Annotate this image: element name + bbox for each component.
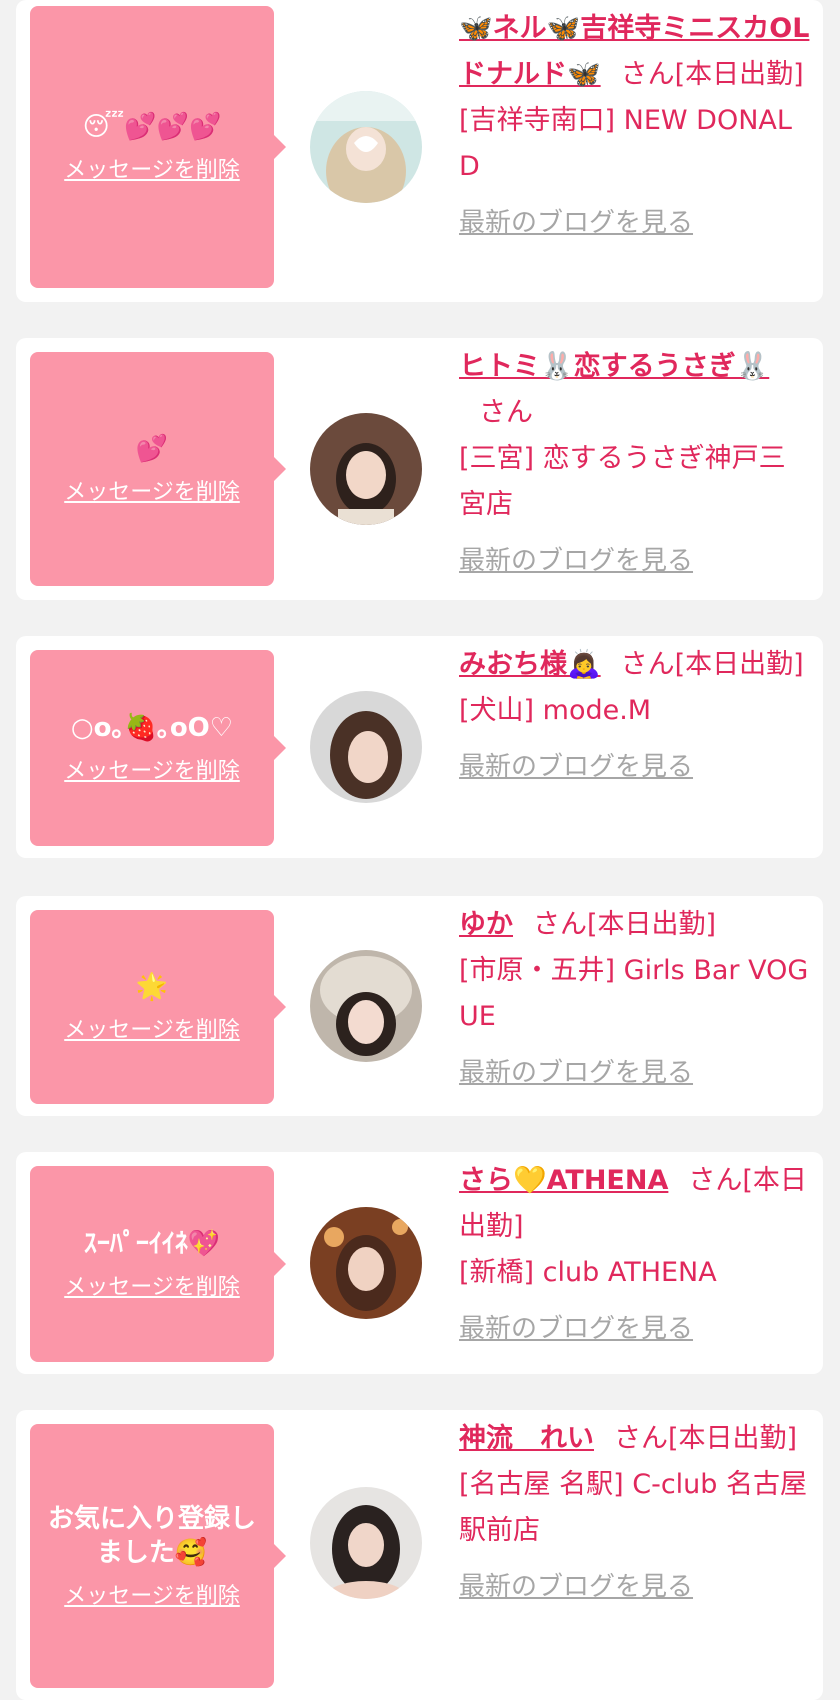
latest-blog-link[interactable]: 最新のブログを見る bbox=[459, 1564, 693, 1610]
shop-label: [新橋] club ATHENA bbox=[459, 1257, 717, 1288]
cast-info: さら💛ATHENA さん[本日出勤] [新橋] club ATHENA 最新のブロ… bbox=[459, 1158, 811, 1352]
delete-message-link[interactable]: メッセージを削除 bbox=[64, 753, 240, 785]
avatar-image bbox=[310, 91, 422, 203]
latest-blog-link[interactable]: 最新のブログを見る bbox=[459, 200, 693, 246]
cast-info: ゆか さん[本日出勤] [市原・五井] Girls Bar VOGUE 最新のブロ… bbox=[459, 902, 811, 1096]
delete-message-link[interactable]: メッセージを削除 bbox=[64, 1578, 240, 1610]
delete-message-link[interactable]: メッセージを削除 bbox=[64, 1012, 240, 1044]
avatar[interactable] bbox=[310, 1207, 422, 1319]
shop-label: [吉祥寺南口] NEW DONALD bbox=[459, 105, 792, 182]
avatar-image bbox=[310, 1207, 422, 1319]
cast-name-link[interactable]: ゆか bbox=[459, 909, 513, 940]
latest-blog-link[interactable]: 最新のブログを見る bbox=[459, 1306, 693, 1352]
favorite-card: お気に入り登録しました🥰 メッセージを削除 神流 れい さん[本日出勤] [名古屋… bbox=[16, 1410, 823, 1700]
favorite-card: ○o｡🍓｡oO♡ メッセージを削除 みおち様🙇‍♀️ さん[本日出勤] [犬山] … bbox=[16, 636, 823, 858]
avatar-image bbox=[310, 1487, 422, 1599]
shop-label: [三宮] 恋するうさぎ神戸三宮店 bbox=[459, 443, 786, 520]
message-text: 🌟 bbox=[135, 972, 169, 1002]
message-bubble: 😴💕💕💕 メッセージを削除 bbox=[30, 6, 286, 288]
cast-suffix: さん[本日出勤] bbox=[620, 649, 804, 680]
message-bubble: お気に入り登録しました🥰 メッセージを削除 bbox=[30, 1424, 286, 1688]
message-text: ｽｰﾊﾟｰｲｲﾈ💖 bbox=[83, 1229, 221, 1259]
avatar[interactable] bbox=[310, 950, 422, 1062]
message-text: ○o｡🍓｡oO♡ bbox=[70, 713, 234, 743]
delete-message-link[interactable]: メッセージを削除 bbox=[64, 152, 240, 184]
avatar[interactable] bbox=[310, 91, 422, 203]
cast-name-link[interactable]: ヒトミ🐰恋するうさぎ🐰 bbox=[459, 351, 769, 382]
avatar[interactable] bbox=[310, 691, 422, 803]
latest-blog-link[interactable]: 最新のブログを見る bbox=[459, 538, 693, 584]
favorite-card: 😴💕💕💕 メッセージを削除 🦋ネル🦋吉祥寺ミニスカOLドナルド🦋 さん[本日出勤]… bbox=[16, 0, 823, 302]
avatar[interactable] bbox=[310, 1487, 422, 1599]
favorite-card: ｽｰﾊﾟｰｲｲﾈ💖 メッセージを削除 さら💛ATHENA さん[本日出勤] [新橋… bbox=[16, 1152, 823, 1374]
avatar[interactable] bbox=[310, 413, 422, 525]
cast-info: ヒトミ🐰恋するうさぎ🐰 さん [三宮] 恋するうさぎ神戸三宮店 最新のブログを見る bbox=[459, 344, 811, 584]
latest-blog-link[interactable]: 最新のブログを見る bbox=[459, 744, 693, 790]
cast-name-link[interactable]: さら💛ATHENA bbox=[459, 1165, 668, 1196]
cast-suffix: さん[本日出勤] bbox=[614, 1423, 798, 1454]
shop-label: [名古屋 名駅] C-club 名古屋駅前店 bbox=[459, 1469, 808, 1546]
message-bubble: ○o｡🍓｡oO♡ メッセージを削除 bbox=[30, 650, 286, 846]
message-bubble: ｽｰﾊﾟｰｲｲﾈ💖 メッセージを削除 bbox=[30, 1166, 286, 1362]
shop-label: [犬山] mode.M bbox=[459, 695, 652, 726]
message-bubble: 🌟 メッセージを削除 bbox=[30, 910, 286, 1104]
cast-suffix: さん bbox=[479, 397, 533, 428]
cast-suffix: さん[本日出勤] bbox=[620, 59, 804, 90]
cast-info: 🦋ネル🦋吉祥寺ミニスカOLドナルド🦋 さん[本日出勤] [吉祥寺南口] NEW D… bbox=[459, 6, 811, 246]
message-bubble: 💕 メッセージを削除 bbox=[30, 352, 286, 586]
favorite-card: 🌟 メッセージを削除 ゆか さん[本日出勤] [市原・五井] Girls Bar … bbox=[16, 896, 823, 1116]
avatar-image bbox=[310, 413, 422, 525]
avatar-image bbox=[310, 950, 422, 1062]
delete-message-link[interactable]: メッセージを削除 bbox=[64, 474, 240, 506]
message-text: 😴💕💕💕 bbox=[82, 112, 222, 142]
cast-info: みおち様🙇‍♀️ さん[本日出勤] [犬山] mode.M 最新のブログを見る bbox=[459, 642, 811, 790]
delete-message-link[interactable]: メッセージを削除 bbox=[64, 1269, 240, 1301]
avatar-image bbox=[310, 691, 422, 803]
shop-label: [市原・五井] Girls Bar VOGUE bbox=[459, 955, 809, 1032]
latest-blog-link[interactable]: 最新のブログを見る bbox=[459, 1050, 693, 1096]
cast-info: 神流 れい さん[本日出勤] [名古屋 名駅] C-club 名古屋駅前店 最新の… bbox=[459, 1416, 811, 1610]
cast-name-link[interactable]: みおち様🙇‍♀️ bbox=[459, 649, 601, 680]
message-text: お気に入り登録しました🥰 bbox=[47, 1504, 256, 1568]
cast-suffix: さん[本日出勤] bbox=[533, 909, 717, 940]
cast-name-link[interactable]: 神流 れい bbox=[459, 1423, 594, 1454]
favorite-card: 💕 メッセージを削除 ヒトミ🐰恋するうさぎ🐰 さん [三宮] 恋するうさぎ神戸三宮… bbox=[16, 338, 823, 600]
message-text: 💕 bbox=[135, 434, 169, 464]
